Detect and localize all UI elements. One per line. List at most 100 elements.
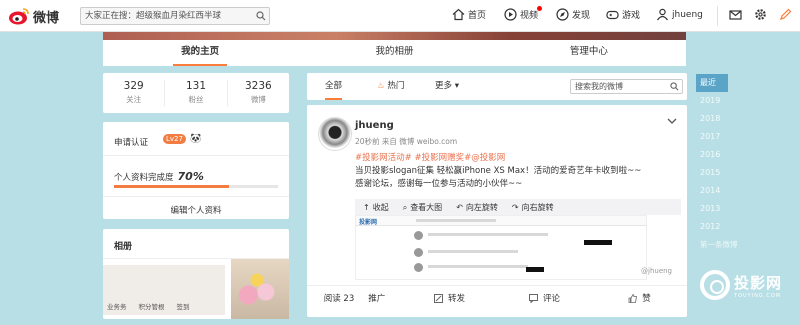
comment-button[interactable]: 评论 bbox=[497, 292, 592, 304]
collapse-icon: ↑ bbox=[363, 202, 370, 212]
game-icon bbox=[606, 10, 619, 20]
fire-icon: ♨ bbox=[377, 81, 385, 91]
nav-divider bbox=[717, 6, 718, 26]
year-item[interactable]: 2014 bbox=[696, 182, 728, 200]
nav-compose[interactable] bbox=[779, 8, 795, 21]
brand-domain: TOUYING.COM bbox=[734, 292, 782, 299]
image-watermark: @jhueng bbox=[641, 267, 673, 275]
weibo-logo[interactable]: 微博 bbox=[8, 6, 59, 26]
album-card: 相册 业务务 积分管根 签到 bbox=[103, 229, 289, 319]
post-username[interactable]: jhueng bbox=[355, 120, 394, 131]
album-thumbnail-label: 积分管根 bbox=[138, 303, 165, 311]
notification-dot bbox=[537, 6, 543, 11]
post-text-line: 当贝投影slogan征集 轻松赢iPhone XS Max！活动的爱奇艺年卡收到… bbox=[355, 166, 642, 176]
year-item[interactable]: 2015 bbox=[696, 164, 728, 182]
image-line bbox=[428, 265, 528, 268]
rotate-right-button[interactable]: ↷ 向右旋转 bbox=[512, 202, 554, 213]
profile-completion: 个人资料完成度 70% bbox=[114, 170, 204, 183]
collapse-media-button[interactable]: ↑ 收起 bbox=[363, 202, 389, 213]
profile-info-card: 申请认证 Lv27 🐼 个人资料完成度 70% 编辑个人资料 bbox=[103, 122, 289, 219]
nav-settings[interactable] bbox=[754, 8, 770, 21]
nav-messages[interactable] bbox=[729, 8, 745, 21]
feed-filter-bar: 全部 ♨ 热门 更多 ▾ bbox=[307, 73, 687, 100]
edit-profile-link[interactable]: 编辑个人资料 bbox=[103, 204, 289, 216]
top-navigation-bar: 微博 首页 视频 发现 游戏 bbox=[0, 0, 800, 32]
profile-stats: 329 关注 131 粉丝 3236 微博 bbox=[103, 73, 289, 113]
year-item[interactable]: 2013 bbox=[696, 200, 728, 218]
stat-following[interactable]: 329 关注 bbox=[103, 80, 166, 106]
rotate-left-button[interactable]: ↶ 向左旋转 bbox=[456, 202, 498, 213]
repost-label: 转发 bbox=[447, 294, 465, 304]
image-line bbox=[428, 233, 548, 236]
nav-discover-label: 发现 bbox=[572, 11, 591, 21]
image-avatar bbox=[414, 231, 423, 240]
album-title: 相册 bbox=[114, 242, 133, 252]
album-thumbnail-photo[interactable] bbox=[231, 259, 289, 319]
zoom-icon: ⌕ bbox=[402, 202, 408, 212]
level-badge[interactable]: Lv27 bbox=[163, 134, 186, 144]
year-item[interactable]: 2016 bbox=[696, 146, 728, 164]
profile-completion-bar bbox=[114, 185, 278, 188]
panda-badge-icon[interactable]: 🐼 bbox=[190, 134, 201, 144]
read-count-label: 阅读 23 bbox=[323, 294, 355, 304]
feed-tab-all[interactable]: 全部 bbox=[325, 73, 343, 100]
nav-home[interactable]: 首页 bbox=[452, 8, 486, 21]
brand-text: 投影网 TOUYING.COM bbox=[734, 272, 782, 299]
feed-tab-more[interactable]: 更多 ▾ bbox=[435, 73, 459, 100]
nav-video[interactable]: 视频 bbox=[504, 6, 543, 21]
search-icon[interactable] bbox=[256, 11, 266, 21]
global-search-input[interactable] bbox=[81, 8, 254, 24]
search-icon[interactable] bbox=[670, 82, 679, 91]
feed-tab-hot[interactable]: ♨ 热门 bbox=[377, 73, 404, 100]
rotate-right-label: 向右旋转 bbox=[521, 202, 554, 212]
post-actions: 阅读 23 推广 转发 评论 赞 bbox=[307, 285, 687, 310]
nav-profile[interactable]: jhueng bbox=[656, 8, 703, 21]
user-icon bbox=[657, 8, 668, 21]
compose-icon bbox=[780, 8, 792, 20]
stat-posts[interactable]: 3236 微博 bbox=[228, 80, 289, 106]
weibo-logo-icon bbox=[9, 8, 29, 25]
post-meta: 20秒前 来自 微博 weibo.com bbox=[355, 137, 458, 146]
year-item[interactable]: 2018 bbox=[696, 110, 728, 128]
post-image[interactable]: 投影网 bbox=[355, 215, 647, 280]
stat-followers-label: 粉丝 bbox=[188, 95, 204, 104]
avatar[interactable] bbox=[318, 117, 352, 151]
apply-verification-link[interactable]: 申请认证 bbox=[114, 136, 148, 148]
tab-my-home[interactable]: 我的主页 bbox=[173, 40, 228, 66]
post-image-logo: 投影网 bbox=[359, 219, 378, 226]
year-item[interactable]: 2012 bbox=[696, 218, 728, 236]
nav-video-label: 视频 bbox=[520, 11, 539, 21]
collapse-media-label: 收起 bbox=[372, 202, 389, 212]
brand-name: 投影网 bbox=[734, 273, 783, 292]
chevron-down-icon[interactable] bbox=[667, 117, 677, 125]
year-item[interactable]: 2017 bbox=[696, 128, 728, 146]
like-label: 赞 bbox=[642, 294, 651, 304]
promote-link[interactable]: 推广 bbox=[368, 292, 385, 304]
gear-icon bbox=[755, 9, 766, 20]
repost-icon bbox=[433, 293, 443, 303]
my-weibo-search[interactable] bbox=[570, 79, 683, 94]
stat-following-label: 关注 bbox=[126, 95, 142, 104]
album-thumbnail[interactable]: 业务务 积分管根 签到 bbox=[103, 265, 225, 315]
year-first-post[interactable]: 第一条微博 bbox=[696, 236, 738, 254]
feed-tab-more-label: 更多 bbox=[435, 81, 453, 91]
my-weibo-search-input[interactable] bbox=[571, 80, 674, 93]
thumbs-up-icon bbox=[628, 293, 638, 303]
image-avatar bbox=[414, 248, 423, 257]
post-hashtags[interactable]: #投影网活动# #投影网赠奖#@投影网 bbox=[355, 151, 505, 163]
stat-followers[interactable]: 131 粉丝 bbox=[165, 80, 228, 106]
year-item[interactable]: 2019 bbox=[696, 92, 728, 110]
album-thumbnail-label: 业务务 bbox=[107, 303, 127, 311]
view-large-image-button[interactable]: ⌕ 查看大图 bbox=[403, 202, 442, 213]
year-recent[interactable]: 最近 bbox=[696, 74, 728, 92]
nav-game[interactable]: 游戏 bbox=[606, 8, 640, 21]
repost-button[interactable]: 转发 bbox=[402, 292, 497, 304]
nav-discover[interactable]: 发现 bbox=[556, 8, 590, 21]
nav-profile-label: jhueng bbox=[672, 9, 703, 20]
like-button[interactable]: 赞 bbox=[592, 292, 687, 304]
tab-my-album[interactable]: 我的相册 bbox=[367, 40, 421, 66]
global-search[interactable] bbox=[80, 7, 270, 25]
tab-manage-center[interactable]: 管理中心 bbox=[562, 40, 616, 66]
stat-followers-count: 131 bbox=[185, 80, 207, 92]
divider bbox=[103, 196, 289, 197]
